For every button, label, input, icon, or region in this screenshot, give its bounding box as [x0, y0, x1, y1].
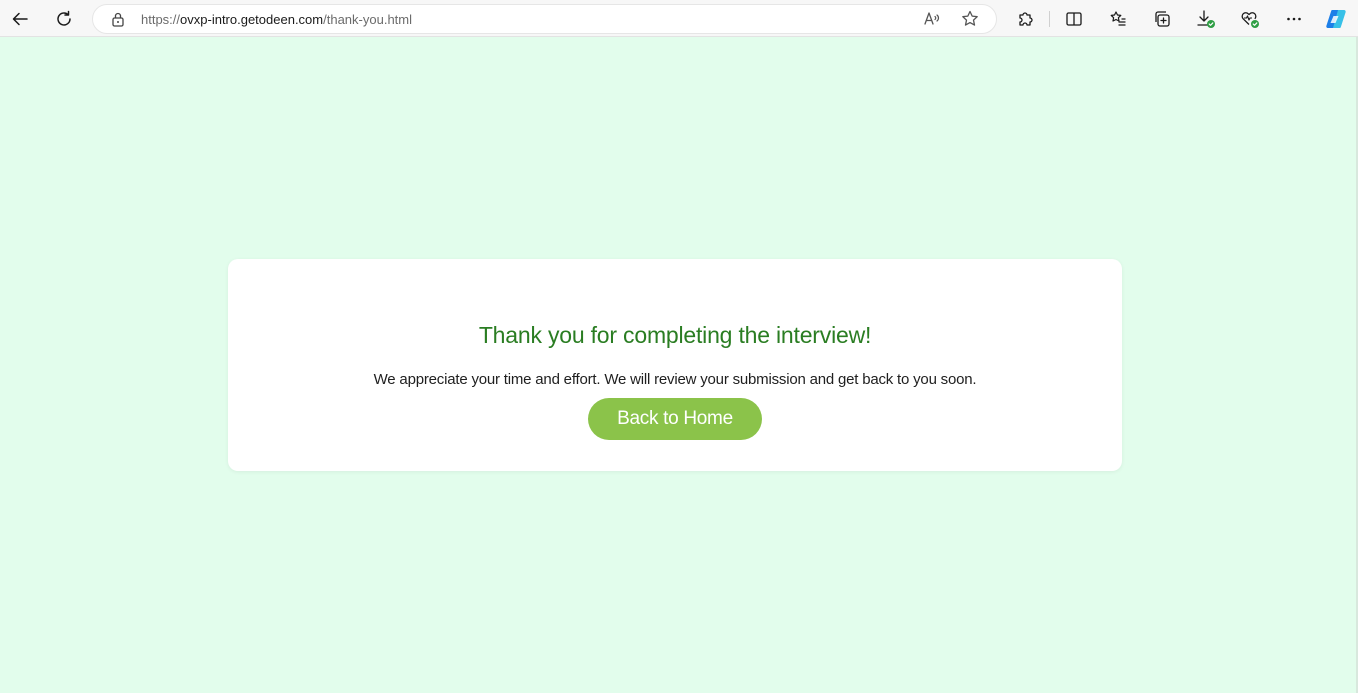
url-host: ovxp-intro.getodeen.com — [180, 12, 324, 27]
favorite-star-icon[interactable] — [960, 9, 980, 34]
thank-you-card: Thank you for completing the interview! … — [228, 259, 1122, 471]
thank-you-message: We appreciate your time and effort. We w… — [373, 371, 977, 388]
puzzle-icon — [1019, 12, 1033, 26]
collections-button[interactable] — [1147, 4, 1177, 34]
toolbar-divider — [1049, 11, 1050, 27]
browser-essentials-button[interactable] — [1235, 4, 1265, 34]
thank-you-heading: Thank you for completing the interview! — [478, 322, 872, 348]
back-button[interactable] — [5, 4, 35, 34]
refresh-icon — [57, 10, 71, 26]
heart-pulse-icon — [1241, 12, 1259, 28]
url-path: /thank-you.html — [323, 12, 412, 27]
settings-more-button[interactable] — [1279, 4, 1309, 34]
page-viewport: Thank you for completing the interview! … — [0, 37, 1358, 693]
address-bar[interactable]: https://ovxp-intro.getodeen.com/thank-yo… — [92, 4, 997, 34]
favorites-list-icon — [1110, 11, 1126, 26]
url-text[interactable]: https://ovxp-intro.getodeen.com/thank-yo… — [141, 12, 412, 27]
copilot-button[interactable] — [1321, 4, 1351, 34]
extensions-button[interactable] — [1010, 4, 1040, 34]
browser-toolbar: https://ovxp-intro.getodeen.com/thank-yo… — [0, 0, 1358, 37]
refresh-button[interactable] — [49, 4, 79, 34]
back-arrow-icon — [12, 12, 28, 26]
split-screen-button[interactable] — [1059, 4, 1089, 34]
favorites-button[interactable] — [1103, 4, 1133, 34]
read-aloud-icon[interactable] — [922, 9, 942, 34]
lock-icon[interactable] — [111, 11, 125, 32]
downloads-button[interactable] — [1191, 4, 1221, 34]
collections-icon — [1155, 11, 1170, 27]
download-icon — [1197, 10, 1215, 28]
url-scheme: https:// — [141, 12, 181, 27]
split-screen-icon — [1066, 12, 1082, 26]
back-to-home-button[interactable]: Back to Home — [588, 398, 762, 440]
copilot-icon — [1326, 10, 1346, 28]
more-dots-icon — [1287, 17, 1301, 21]
